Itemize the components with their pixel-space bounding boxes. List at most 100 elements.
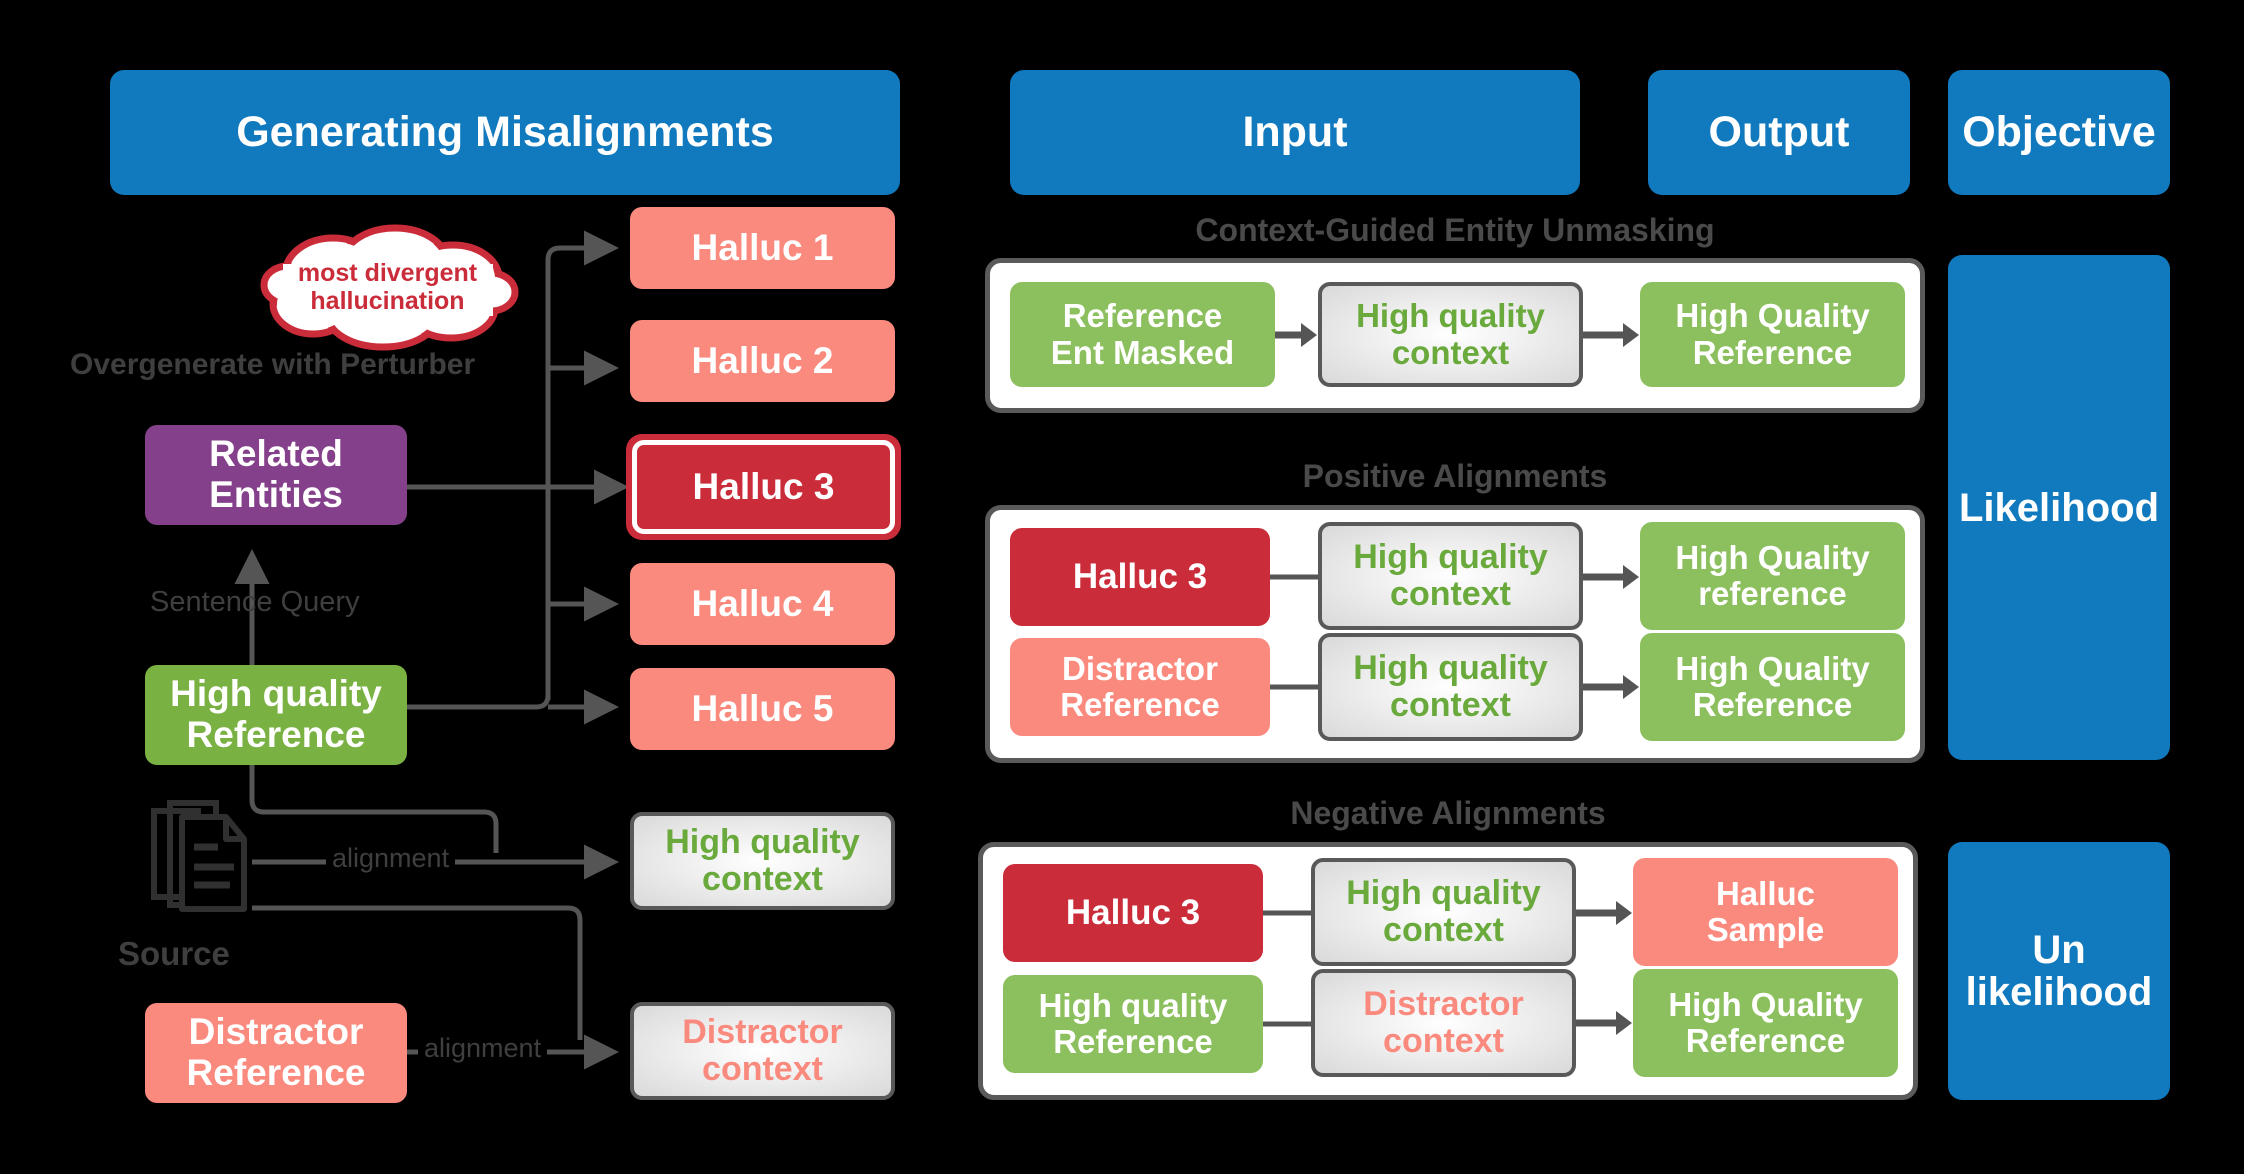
label-overgenerate-with-perturber: Overgenerate with Perturber <box>70 348 475 382</box>
node-distractor-reference[interactable]: Distractor Reference <box>145 1003 407 1103</box>
s3-r1-input-halluc-3[interactable]: Halluc 3 <box>1003 864 1263 962</box>
s3-r1-output-halluc-sample[interactable]: Halluc Sample <box>1633 858 1898 966</box>
s2-r1-connector-input-to-context <box>1270 574 1320 580</box>
node-halluc-3-highlighted[interactable]: Halluc 3 <box>626 434 901 540</box>
s2-r1-output-line1: High Quality <box>1675 538 1870 576</box>
section-title-negative-alignments: Negative Alignments <box>978 795 1918 832</box>
s3-r2-connector-input-to-context <box>1263 1021 1313 1027</box>
s3-r2-arrow-context-to-output <box>1576 1011 1632 1035</box>
label-source: Source <box>118 935 230 973</box>
s3-r1-context-high-quality[interactable]: High quality context <box>1311 858 1576 966</box>
s2-r2-output-line1: High Quality <box>1675 649 1870 687</box>
node-distractor-reference-line2: Reference <box>186 1052 366 1093</box>
s3-r1-ctx-line2: context <box>1383 911 1504 949</box>
s3-r2-input-high-quality-reference[interactable]: High quality Reference <box>1003 975 1263 1073</box>
s2-r1-context-high-quality[interactable]: High quality context <box>1318 522 1583 630</box>
s3-r2-ctx-line1: Distractor <box>1363 984 1524 1023</box>
node-high-quality-reference-line1: High quality <box>170 673 382 715</box>
s2-r1-ctx-line1: High quality <box>1353 537 1548 576</box>
s3-r2-output-line2: Reference <box>1685 1022 1846 1059</box>
s3-r2-input-line1: High quality <box>1038 986 1228 1024</box>
s1-r1-output-high-quality-reference[interactable]: High Quality Reference <box>1640 282 1905 387</box>
s2-r2-output-high-quality-reference[interactable]: High Quality Reference <box>1640 633 1905 741</box>
node-related-entities-line1: Related <box>209 433 343 475</box>
s1-r1-ctx-line1: High quality <box>1356 297 1545 335</box>
s3-r1-arrow-context-to-output <box>1576 901 1632 925</box>
node-distractor-reference-line1: Distractor <box>188 1011 364 1053</box>
section-title-1-text: Context-Guided Entity Unmasking <box>1195 212 1715 248</box>
s3-r1-ctx-line1: High quality <box>1346 873 1541 912</box>
s1-r1-arrow-input-to-context <box>1275 323 1317 347</box>
label-alignment-top-text: alignment <box>332 843 450 873</box>
node-halluc-4[interactable]: Halluc 4 <box>630 563 895 645</box>
node-halluc-3-label: Halluc 3 <box>692 466 835 507</box>
node-halluc-5[interactable]: Halluc 5 <box>630 668 895 750</box>
node-halluc-1[interactable]: Halluc 1 <box>630 207 895 289</box>
s3-r2-context-distractor[interactable]: Distractor context <box>1311 969 1576 1077</box>
section-title-positive-alignments: Positive Alignments <box>985 458 1925 495</box>
s2-r1-arrow-context-to-output <box>1583 565 1639 589</box>
node-halluc-2-label: Halluc 2 <box>691 339 834 381</box>
objective-unlikelihood: Un likelihood <box>1948 842 2170 1100</box>
s2-r2-input-line1: Distractor <box>1062 649 1218 687</box>
label-sentence-query: Sentence Query <box>150 586 360 619</box>
s2-r1-output-line2: reference <box>1698 575 1847 612</box>
node-high-quality-reference-line2: Reference <box>186 714 366 755</box>
section-title-context-guided-entity-unmasking: Context-Guided Entity Unmasking <box>985 212 1925 249</box>
s2-r1-ctx-line2: context <box>1390 575 1511 613</box>
header-objective-label: Objective <box>1962 107 2156 156</box>
node-halluc-5-label: Halluc 5 <box>691 687 834 729</box>
header-input: Input <box>1010 70 1580 195</box>
s2-r2-arrow-context-to-output <box>1583 675 1639 699</box>
section-title-3-text: Negative Alignments <box>1290 795 1606 831</box>
header-input-label: Input <box>1242 107 1348 156</box>
s2-r2-context-high-quality[interactable]: High quality context <box>1318 633 1583 741</box>
label-alignment-bottom: alignment <box>418 1033 548 1064</box>
s3-r1-connector-input-to-context <box>1263 910 1313 916</box>
label-sentence-query-text: Sentence Query <box>150 586 360 618</box>
s1-r1-ctx-line2: context <box>1391 333 1510 371</box>
node-high-quality-context-left-line1: High quality <box>665 822 860 861</box>
s3-r1-input-line1: Halluc 3 <box>1065 892 1201 932</box>
documents-stack-icon <box>140 795 255 915</box>
node-high-quality-reference[interactable]: High quality Reference <box>145 665 407 765</box>
s2-r1-output-high-quality-reference[interactable]: High Quality reference <box>1640 522 1905 630</box>
s1-r1-input-reference-ent-masked[interactable]: Reference Ent Masked <box>1010 282 1275 387</box>
node-high-quality-context-left-line2: context <box>702 860 823 898</box>
s2-r2-input-line2: Reference <box>1060 686 1220 723</box>
label-overgenerate-text: Overgenerate with Perturber <box>70 348 476 381</box>
header-output-label: Output <box>1708 107 1850 156</box>
s1-r1-output-line2: Reference <box>1692 333 1853 371</box>
s3-r2-input-line2: Reference <box>1053 1023 1213 1060</box>
section-title-2-text: Positive Alignments <box>1302 458 1608 494</box>
node-related-entities-line2: Entities <box>209 474 343 515</box>
s1-r1-input-line2: Ent Masked <box>1050 333 1235 371</box>
s3-r2-ctx-line2: context <box>1383 1022 1504 1060</box>
s2-r2-ctx-line1: High quality <box>1353 648 1548 687</box>
s2-r2-output-line2: Reference <box>1692 686 1853 723</box>
s1-r1-input-line1: Reference <box>1062 297 1223 335</box>
node-halluc-4-label: Halluc 4 <box>691 582 834 624</box>
s3-r2-output-line1: High Quality <box>1668 985 1863 1023</box>
s1-r1-context-high-quality[interactable]: High quality context <box>1318 282 1583 387</box>
s2-r1-input-line1: Halluc 3 <box>1072 556 1208 596</box>
objective-unlikelihood-line1: Un <box>2032 928 2086 972</box>
node-halluc-2[interactable]: Halluc 2 <box>630 320 895 402</box>
s2-r1-input-halluc-3[interactable]: Halluc 3 <box>1010 528 1270 626</box>
node-halluc-1-label: Halluc 1 <box>691 226 834 268</box>
node-high-quality-context-left[interactable]: High quality context <box>630 812 895 910</box>
s1-r1-output-line1: High Quality <box>1675 297 1870 335</box>
node-related-entities[interactable]: Related Entities <box>145 425 407 525</box>
node-distractor-context-left-line1: Distractor <box>682 1012 843 1051</box>
objective-unlikelihood-line2: likelihood <box>1965 970 2153 1014</box>
s2-r2-connector-input-to-context <box>1270 684 1320 690</box>
s2-r2-input-distractor-reference[interactable]: Distractor Reference <box>1010 638 1270 736</box>
s3-r1-output-line2: Sample <box>1706 911 1825 948</box>
header-output: Output <box>1648 70 1910 195</box>
node-distractor-context-left[interactable]: Distractor context <box>630 1002 895 1100</box>
s3-r2-output-high-quality-reference[interactable]: High Quality Reference <box>1633 969 1898 1077</box>
objective-likelihood-line1: Likelihood <box>1959 485 2159 530</box>
objective-likelihood: Likelihood <box>1948 255 2170 760</box>
s3-r1-output-line1: Halluc <box>1715 874 1816 912</box>
node-distractor-context-left-line2: context <box>702 1050 823 1088</box>
